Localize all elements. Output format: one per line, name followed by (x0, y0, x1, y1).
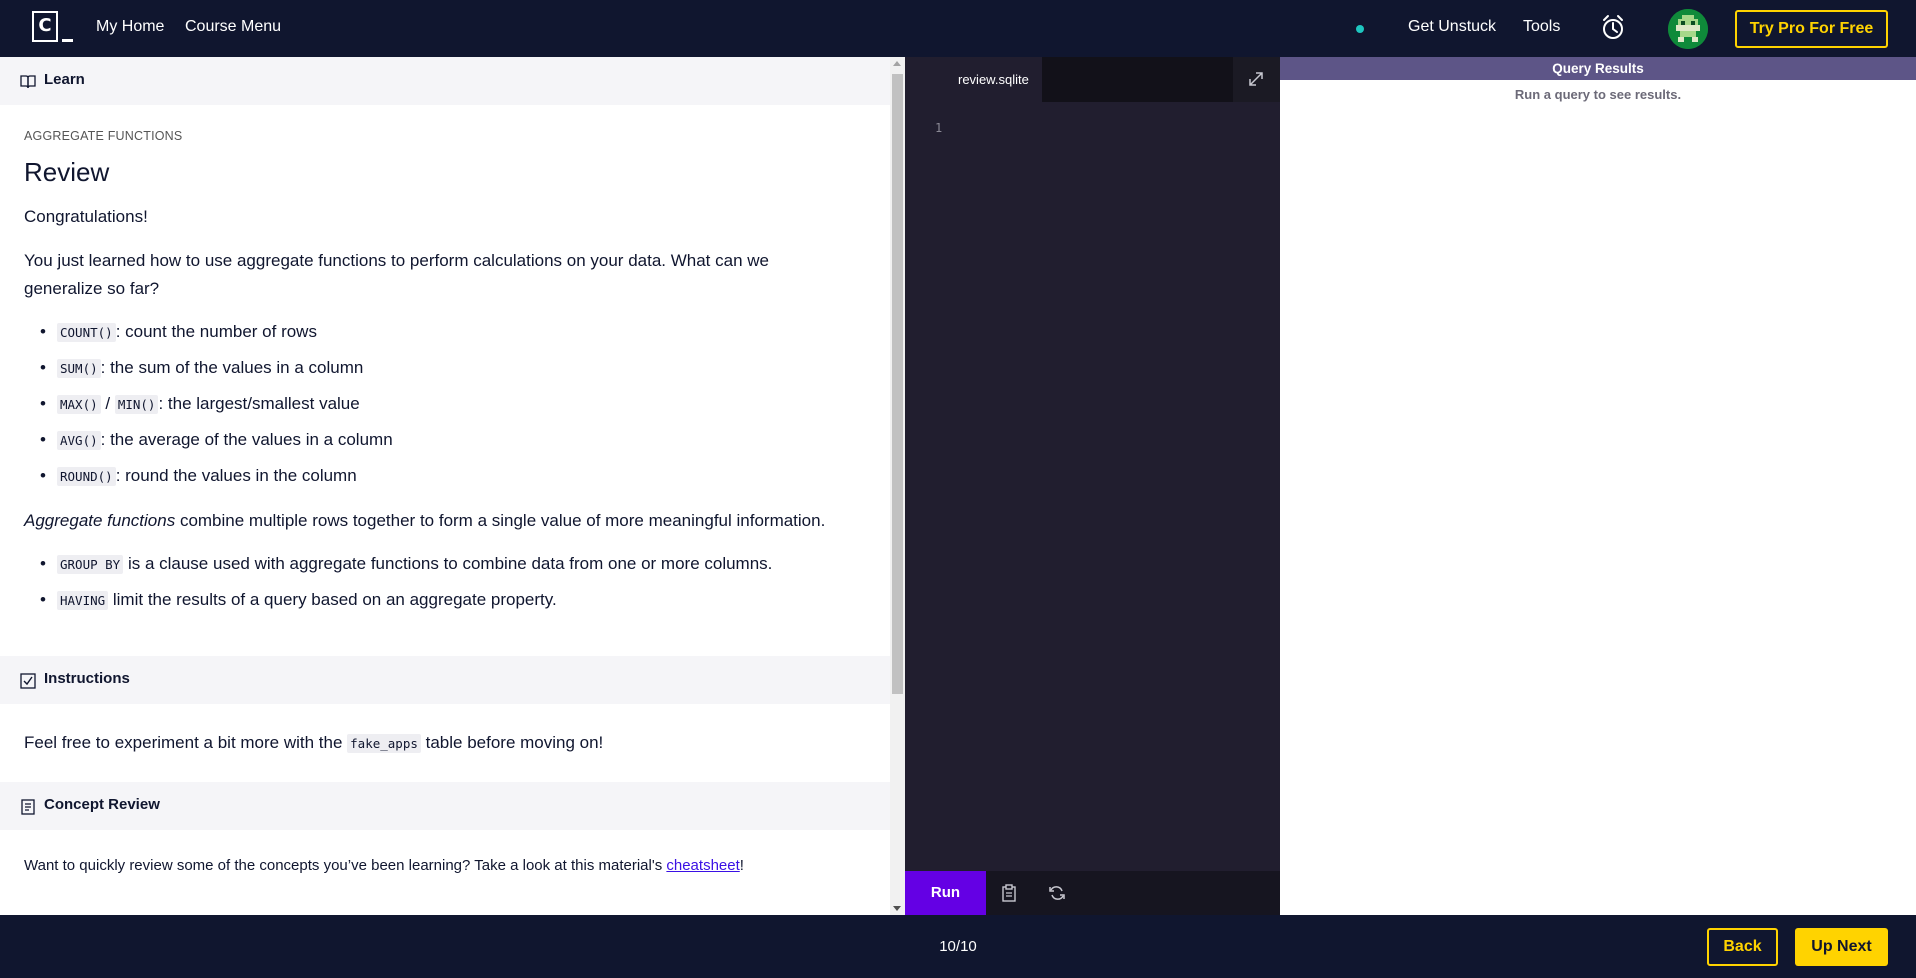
status-dot (1356, 25, 1364, 33)
concept-review-text-start: Want to quickly review some of the conce… (24, 857, 667, 874)
code-snippet: GROUP BY (57, 555, 124, 574)
code-snippet: ROUND() (57, 467, 116, 486)
list-item: • AVG(): the average of the values in a c… (40, 430, 393, 450)
course-menu-link[interactable]: Course Menu (185, 18, 281, 36)
alarm-clock-icon[interactable] (1600, 14, 1626, 42)
line-number: 1 (935, 121, 943, 135)
top-nav: C My Home Course Menu Get Unstuck Tools … (0, 0, 1916, 57)
my-home-link[interactable]: My Home (96, 18, 164, 36)
editor-action-bar: Run (905, 871, 1280, 915)
page-title: Review (24, 157, 110, 187)
learn-header-title: Learn (44, 71, 85, 88)
checkbox-icon (20, 673, 36, 689)
list-item-separator: / (100, 394, 115, 413)
list-item: • MAX() / MIN(): the largest/smallest val… (40, 394, 360, 414)
try-pro-button[interactable]: Try Pro For Free (1735, 10, 1888, 48)
code-snippet: HAVING (57, 591, 109, 610)
query-results-empty-message: Run a query to see results. (1514, 87, 1682, 102)
list-item-text: : the largest/smallest value (158, 394, 360, 413)
code-snippet: SUM() (57, 359, 101, 378)
instructions-text-end: table before moving on! (420, 733, 604, 752)
lesson-eyebrow: AGGREGATE FUNCTIONS (24, 129, 183, 143)
tools-link[interactable]: Tools (1523, 18, 1560, 36)
clipboard-icon[interactable] (999, 883, 1019, 903)
avatar[interactable] (1668, 9, 1708, 49)
scrollbar-thumb[interactable] (892, 74, 903, 694)
lesson-scrollbar[interactable] (890, 57, 905, 915)
concept-review-text-end: ! (739, 857, 744, 874)
concept-review-header-title: Concept Review (44, 796, 160, 813)
document-icon (20, 799, 36, 815)
lesson-pane: Learn AGGREGATE FUNCTIONS Review Congrat… (0, 57, 890, 915)
up-next-button[interactable]: Up Next (1795, 928, 1888, 966)
list-item-text: : round the values in the column (115, 466, 357, 485)
instructions-header-title: Instructions (44, 670, 130, 687)
query-results-header: Query Results (1280, 57, 1916, 80)
list-item: • ROUND(): round the values in the column (40, 466, 357, 486)
code-snippet: AVG() (57, 431, 101, 450)
codecademy-logo[interactable]: C (32, 11, 74, 43)
list-item-text: : count the number of rows (115, 322, 317, 341)
list-item-text: : the average of the values in a column (100, 430, 393, 449)
run-button[interactable]: Run (905, 871, 986, 915)
concept-review-text: Want to quickly review some of the conce… (24, 852, 844, 880)
list-item: • SUM(): the sum of the values in a colum… (40, 358, 364, 378)
get-unstuck-link[interactable]: Get Unstuck (1408, 18, 1496, 36)
code-snippet: MIN() (114, 395, 159, 414)
code-snippet: COUNT() (57, 323, 116, 342)
list-item: • COUNT(): count the number of rows (40, 322, 317, 342)
lesson-progress: 10/10 (939, 938, 977, 955)
aggregate-emphasis: Aggregate functions (24, 511, 176, 530)
list-item: • HAVING limit the results of a query bas… (40, 590, 557, 610)
aggregate-text: combine multiple rows together to form a… (175, 511, 826, 530)
instructions-text-start: Feel free to experiment a bit more with … (24, 733, 348, 752)
footer-bar: 10/10 Back Up Next (0, 915, 1916, 978)
code-snippet: MAX() (57, 395, 101, 414)
learn-section-header[interactable]: Learn (0, 57, 890, 105)
code-snippet: fake_apps (347, 734, 421, 753)
list-item-text: is a clause used with aggregate function… (123, 554, 773, 573)
intro-paragraph: You just learned how to use aggregate fu… (24, 251, 769, 298)
logo-letter: C (32, 11, 58, 42)
code-editor[interactable]: review.sqlite 1 Run (905, 57, 1280, 915)
instructions-section-header[interactable]: Instructions (0, 656, 890, 704)
editor-tab-bar: review.sqlite (905, 57, 1280, 102)
book-icon (20, 74, 36, 89)
expand-icon[interactable] (1233, 57, 1280, 102)
instructions-text: Feel free to experiment a bit more with … (24, 729, 844, 758)
list-item-text: limit the results of a query based on an… (108, 590, 557, 609)
congrats-text: Congratulations! (24, 207, 148, 226)
aggregate-paragraph: Aggregate functions combine multiple row… (24, 507, 844, 535)
cheatsheet-link[interactable]: cheatsheet (666, 857, 739, 874)
scroll-up-arrow-icon[interactable] (893, 61, 901, 66)
concept-review-section-header[interactable]: Concept Review (0, 782, 890, 830)
refresh-icon[interactable] (1047, 883, 1067, 903)
query-results-panel: Query Results Run a query to see results… (1280, 57, 1916, 915)
scroll-down-arrow-icon[interactable] (893, 906, 901, 911)
list-item-text: : the sum of the values in a column (100, 358, 364, 377)
list-item: • GROUP BY is a clause used with aggregat… (40, 554, 773, 574)
tab-review-sqlite[interactable]: review.sqlite (905, 57, 1042, 102)
back-button[interactable]: Back (1707, 928, 1778, 966)
logo-underscore (62, 39, 73, 42)
